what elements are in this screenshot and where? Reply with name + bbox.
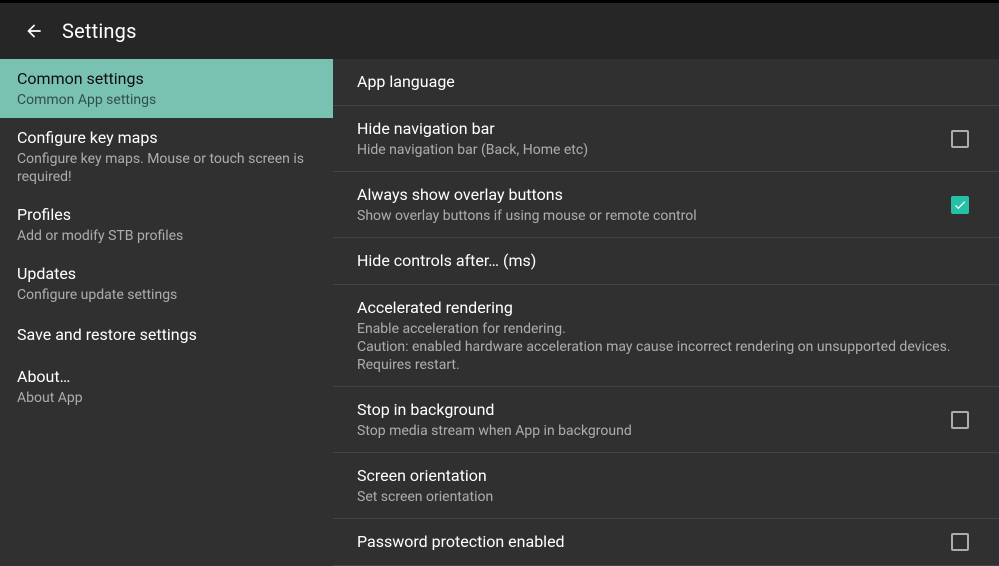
sidebar-item-title: Updates: [17, 263, 316, 285]
pref-subtitle: Set screen orientation: [357, 488, 975, 506]
pref-row-2[interactable]: Always show overlay buttonsShow overlay …: [333, 172, 999, 238]
sidebar-item-title: Save and restore settings: [17, 324, 316, 346]
sidebar-item-subtitle: Configure key maps. Mouse or touch scree…: [17, 150, 316, 186]
sidebar-item-title: Common settings: [17, 68, 316, 90]
sidebar-item-title: Configure key maps: [17, 127, 316, 149]
pref-title: App language: [357, 71, 975, 93]
pref-subtitle: Show overlay buttons if using mouse or r…: [357, 207, 935, 225]
sidebar: Common settingsCommon App settingsConfig…: [0, 59, 333, 511]
sidebar-item-2[interactable]: ProfilesAdd or modify STB profiles: [0, 195, 333, 254]
pref-subtitle: Enable acceleration for rendering. Cauti…: [357, 320, 975, 374]
pref-title: Screen orientation: [357, 465, 975, 487]
checkbox-unchecked-icon[interactable]: [951, 130, 969, 148]
pref-row-0[interactable]: App language: [333, 59, 999, 106]
sidebar-item-subtitle: Configure update settings: [17, 286, 316, 304]
sidebar-item-5[interactable]: About…About App: [0, 357, 333, 416]
page-title: Settings: [62, 19, 137, 43]
main-panel: App language Hide navigation barHide navi…: [333, 59, 999, 511]
pref-row-6[interactable]: Screen orientationSet screen orientation: [333, 453, 999, 519]
pref-subtitle: Stop media stream when App in background: [357, 422, 935, 440]
pref-row-7[interactable]: Password protection enabled: [333, 519, 999, 566]
sidebar-item-4[interactable]: Save and restore settings: [0, 313, 333, 357]
sidebar-item-subtitle: Common App settings: [17, 91, 316, 109]
sidebar-item-0[interactable]: Common settingsCommon App settings: [0, 59, 333, 118]
pref-row-1[interactable]: Hide navigation barHide navigation bar (…: [333, 106, 999, 172]
checkbox-unchecked-icon[interactable]: [951, 411, 969, 429]
pref-title: Hide navigation bar: [357, 118, 935, 140]
pref-title: Stop in background: [357, 399, 935, 421]
pref-title: Password protection enabled: [357, 531, 935, 553]
pref-title: Always show overlay buttons: [357, 184, 935, 206]
pref-subtitle: Hide navigation bar (Back, Home etc): [357, 141, 935, 159]
checkbox-unchecked-icon[interactable]: [951, 533, 969, 551]
checkbox-checked-icon[interactable]: [951, 196, 969, 214]
pref-row-5[interactable]: Stop in backgroundStop media stream when…: [333, 387, 999, 453]
sidebar-item-title: Profiles: [17, 204, 316, 226]
sidebar-item-subtitle: Add or modify STB profiles: [17, 227, 316, 245]
sidebar-item-3[interactable]: UpdatesConfigure update settings: [0, 254, 333, 313]
pref-title: Hide controls after… (ms): [357, 250, 975, 272]
pref-row-3[interactable]: Hide controls after… (ms): [333, 238, 999, 285]
sidebar-item-subtitle: About App: [17, 389, 316, 407]
sidebar-item-title: About…: [17, 366, 316, 388]
back-icon[interactable]: [22, 19, 46, 43]
sidebar-item-1[interactable]: Configure key mapsConfigure key maps. Mo…: [0, 118, 333, 195]
app-bar: Settings: [0, 3, 999, 59]
pref-title: Accelerated rendering: [357, 297, 975, 319]
pref-row-4[interactable]: Accelerated renderingEnable acceleration…: [333, 285, 999, 387]
